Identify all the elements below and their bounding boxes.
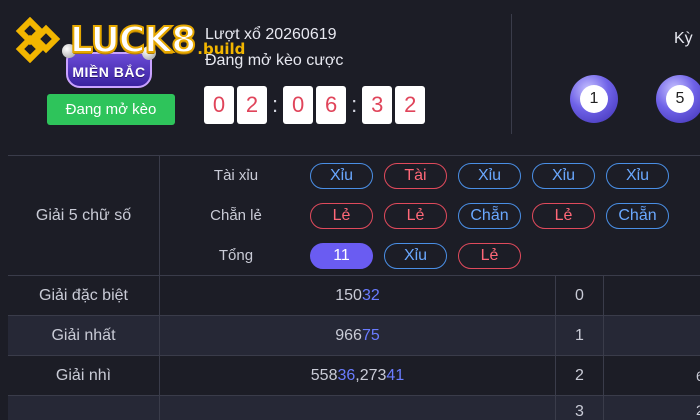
prize-label: Giải nhất <box>8 316 160 356</box>
sum-pill[interactable]: 11 <box>310 243 373 269</box>
chain-link-icon <box>15 17 61 63</box>
row-index: 3 <box>556 396 604 420</box>
prize-row-special: Giải đặc biệt 150 32 0 <box>8 276 700 316</box>
option-pill[interactable]: Lẻ <box>458 243 521 269</box>
prize-row-second: Giải nhì 558 36,273 41 2 6 <box>8 356 700 396</box>
row-index: 1 <box>556 316 604 356</box>
option-pill[interactable]: Chẵn <box>458 203 521 229</box>
row-label: Chẵn lẻ <box>210 207 262 224</box>
prize-number <box>160 396 556 420</box>
prize-digits-highlight: 36 <box>337 367 356 384</box>
five-digit-label: Giải 5 chữ số <box>8 156 160 276</box>
countdown-digit: 2 <box>237 86 267 124</box>
prize-number: 966 75 <box>160 316 556 356</box>
betting-status: Đang mở kèo cược <box>205 52 344 69</box>
option-pill[interactable]: Xỉu <box>310 163 373 189</box>
countdown-digit: 6 <box>316 86 347 124</box>
header-divider <box>511 14 512 134</box>
prize-row-third: 3 2 <box>8 396 700 420</box>
prize-label: Giải đặc biệt <box>8 276 160 316</box>
result-ball-number: 1 <box>580 85 608 113</box>
option-pill[interactable]: Lẻ <box>384 203 447 229</box>
prize-digits: 150 <box>335 287 362 304</box>
result-ball: 1 <box>570 75 618 123</box>
draw-number: Lượt xổ 20260619 <box>205 26 337 43</box>
prize-row-first: Giải nhất 966 75 1 <box>8 316 700 356</box>
prize-digits-highlight: 32 <box>361 287 380 304</box>
option-pill[interactable]: Xỉu <box>606 163 669 189</box>
prize-digits-highlight: 41 <box>386 367 405 384</box>
option-pill[interactable]: Xỉu <box>532 163 595 189</box>
option-pill[interactable]: Chẵn <box>606 203 669 229</box>
countdown-digit: 0 <box>283 86 314 124</box>
five-digit-section: Giải 5 chữ số Tài xỉu Xỉu Tài Xỉu Xỉu Xỉ… <box>8 156 700 276</box>
row-index: 2 <box>556 356 604 396</box>
row-index: 0 <box>556 276 604 316</box>
countdown-timer: 0 2 : 0 6 : 3 2 <box>204 86 428 124</box>
tong-row: Tổng 11 Xỉu Lẻ <box>160 236 700 276</box>
prize-label: Giải nhì <box>8 356 160 396</box>
chan-le-row: Chẵn lẻ Lẻ Lẻ Chẵn Lẻ Chẵn <box>160 196 700 236</box>
period-label: Kỳ <box>674 30 693 47</box>
prize-number: 558 36,273 41 <box>160 356 556 396</box>
brand-name: LUCK8 <box>69 19 197 62</box>
prize-number: 150 32 <box>160 276 556 316</box>
prize-label <box>8 396 160 420</box>
row-label: Tài xỉu <box>213 167 259 184</box>
option-pill[interactable]: Tài <box>384 163 447 189</box>
row-tail-value: 6 <box>696 368 700 384</box>
prize-digits-highlight: 75 <box>361 327 380 344</box>
tai-xiu-row: Tài xỉu Xỉu Tài Xỉu Xỉu Xỉu <box>160 156 700 196</box>
badge-label: MIỀN BẮC <box>72 64 146 80</box>
row-label: Tổng <box>218 247 254 264</box>
result-ball-number: 5 <box>666 85 694 113</box>
countdown-digit: 0 <box>204 86 234 124</box>
option-pill[interactable]: Xỉu <box>458 163 521 189</box>
option-pill[interactable]: Lẻ <box>532 203 595 229</box>
option-pill[interactable]: Lẻ <box>310 203 373 229</box>
results-table: Giải 5 chữ số Tài xỉu Xỉu Tài Xỉu Xỉu Xỉ… <box>8 155 700 420</box>
prize-digits: ,273 <box>355 367 387 384</box>
prize-digits: 558 <box>310 367 338 384</box>
prize-digits: 966 <box>335 327 362 344</box>
countdown-digit: 2 <box>395 86 426 124</box>
row-tail-value: 2 <box>696 402 700 418</box>
result-ball: 5 <box>656 75 700 123</box>
option-pill[interactable]: Xỉu <box>384 243 447 269</box>
open-betting-button[interactable]: Đang mở kèo <box>47 94 175 125</box>
lottery-header: MIỀN BẮC LUCK8 .build Đang mở kèo Lượt x… <box>0 0 700 150</box>
countdown-digit: 3 <box>362 86 393 124</box>
